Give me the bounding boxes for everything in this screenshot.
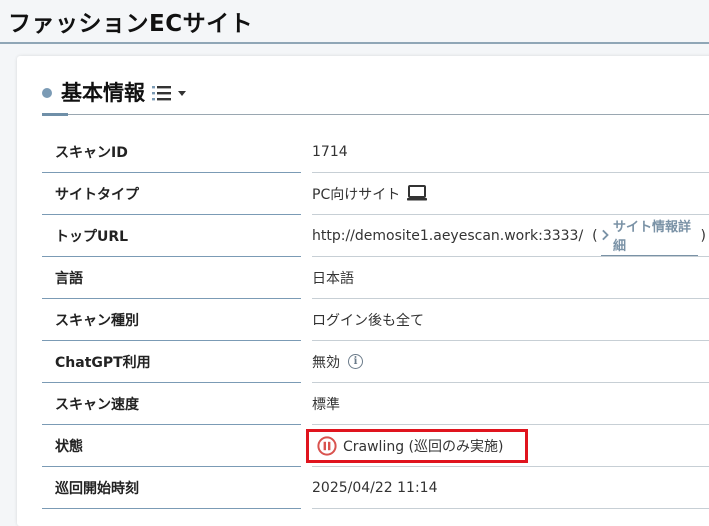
info-icon[interactable]: i xyxy=(348,354,363,369)
chatgpt-value: 無効 xyxy=(312,354,340,371)
section-divider xyxy=(42,114,709,115)
table-row-scan-type: スキャン種別 ログイン後も全て xyxy=(42,298,709,341)
status-value: Crawling (巡回のみ実施) xyxy=(343,438,504,455)
site-detail-link[interactable]: サイト情報詳細 xyxy=(600,216,698,256)
scan-type-value: ログイン後も全て xyxy=(312,298,709,341)
language-value: 日本語 xyxy=(312,256,709,299)
page-header: ファッションECサイト xyxy=(0,0,709,44)
basic-info-table: スキャンID 1714 サイトタイプ PC向けサイト トップURL http:/… xyxy=(42,131,709,509)
row-label: スキャンID xyxy=(42,131,301,173)
pause-circle-icon xyxy=(317,435,337,456)
table-row-scan-id: スキャンID 1714 xyxy=(42,131,709,173)
row-label: ChatGPT利用 xyxy=(42,340,301,383)
table-row-top-url: トップURL http://demosite1.aeyescan.work:33… xyxy=(42,214,709,257)
scan-speed-value: 標準 xyxy=(312,382,709,425)
scan-id-value: 1714 xyxy=(312,131,709,173)
section-divider-accent xyxy=(42,113,68,116)
table-row-chatgpt: ChatGPT利用 無効 i xyxy=(42,340,709,383)
site-type-value: PC向けサイト xyxy=(312,186,401,203)
top-url-value[interactable]: http://demosite1.aeyescan.work:3333/ xyxy=(312,228,583,244)
section-title: 基本情報 xyxy=(61,81,145,105)
row-label: トップURL xyxy=(42,214,301,257)
row-label: スキャン種別 xyxy=(42,298,301,341)
site-detail-link-label: サイト情報詳細 xyxy=(613,219,692,254)
monitor-icon xyxy=(407,185,428,201)
page-title: ファッションECサイト xyxy=(8,11,254,37)
caret-down-icon[interactable] xyxy=(178,91,186,96)
table-row-site-type: サイトタイプ PC向けサイト xyxy=(42,172,709,215)
table-row-language: 言語 日本語 xyxy=(42,256,709,299)
row-label: 言語 xyxy=(42,256,301,299)
table-row-status: 状態 Crawling (巡回のみ実施) xyxy=(42,424,709,467)
table-row-scan-speed: スキャン速度 標準 xyxy=(42,382,709,425)
bullet-icon xyxy=(42,88,52,98)
row-label: スキャン速度 xyxy=(42,382,301,425)
row-label: 状態 xyxy=(42,424,301,467)
crawl-start-value: 2025/04/22 11:14 xyxy=(312,466,709,509)
row-label: サイトタイプ xyxy=(42,172,301,215)
table-row-crawl-start: 巡回開始時刻 2025/04/22 11:14 xyxy=(42,466,709,509)
status-highlight: Crawling (巡回のみ実施) xyxy=(306,428,529,463)
section-header: 基本情報 xyxy=(42,76,709,116)
chevron-right-icon xyxy=(601,229,609,240)
close-paren: ) xyxy=(700,227,706,244)
row-label: 巡回開始時刻 xyxy=(42,466,301,509)
open-paren: ( xyxy=(592,227,598,244)
list-icon[interactable] xyxy=(152,84,172,102)
